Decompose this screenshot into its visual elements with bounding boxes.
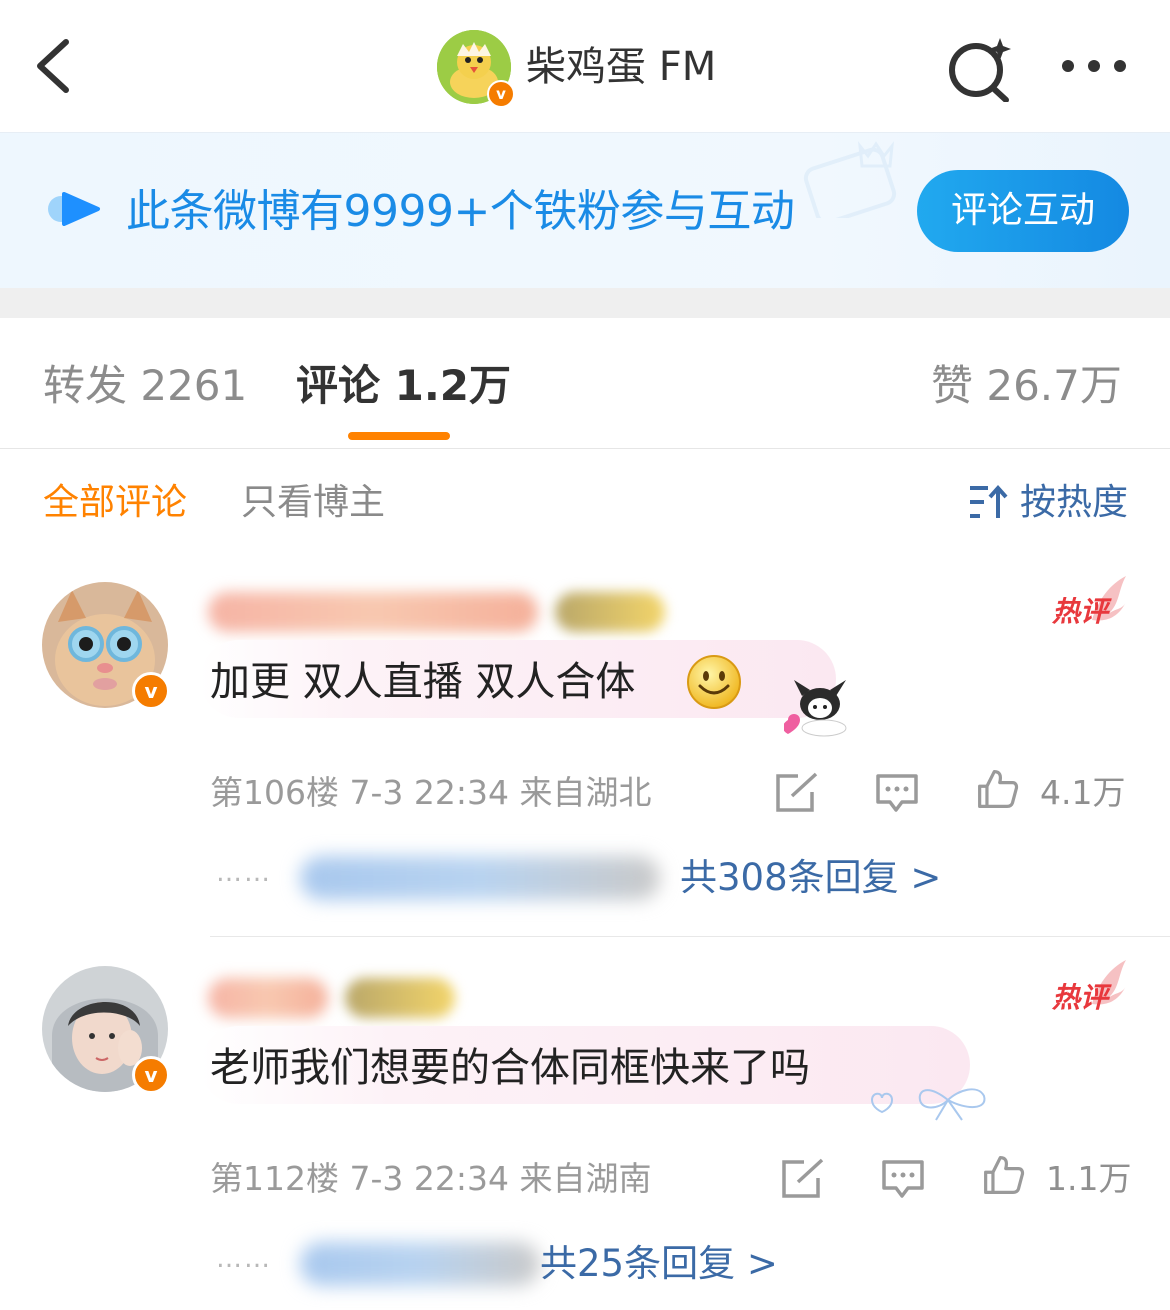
like-count: 1.1万	[1046, 1159, 1132, 1198]
kuromi-sticker-icon	[784, 680, 847, 737]
comment-text: 加更 双人直播 双人合体	[210, 659, 636, 705]
active-tab-indicator	[348, 432, 450, 440]
search-icon[interactable]	[944, 34, 1016, 102]
fan-logo-icon	[48, 192, 100, 226]
verified-badge: v	[132, 672, 170, 710]
blurred-fan-badge	[555, 592, 665, 632]
like-count: 4.1万	[1040, 773, 1126, 812]
tab-comment[interactable]: 评论 1.2万	[296, 358, 511, 414]
comment-text: 老师我们想要的合体同框快来了吗	[210, 1045, 810, 1091]
blurred-username[interactable]	[208, 592, 538, 632]
verified-badge: v	[487, 80, 515, 108]
verified-badge: v	[132, 1056, 170, 1094]
filter-all-comments[interactable]: 全部评论	[43, 478, 187, 528]
sort-by-hot[interactable]: 按热度	[1020, 478, 1128, 528]
blurred-fan-badge	[345, 978, 455, 1018]
comment-icon[interactable]	[874, 772, 920, 814]
decoration-icon	[803, 141, 897, 218]
blurred-reply-preview[interactable]	[300, 1242, 540, 1286]
comment-icon[interactable]	[880, 1158, 926, 1200]
comment-divider	[210, 936, 1170, 937]
tab-repost[interactable]: 转发 2261	[43, 358, 247, 414]
like-thumb-icon[interactable]	[980, 1154, 1026, 1196]
tab-like[interactable]: 赞 26.7万	[931, 358, 1122, 414]
account-name[interactable]: 柴鸡蛋 FM	[526, 40, 716, 94]
reply-dots: ……	[216, 1244, 272, 1274]
bow-decoration-icon	[870, 1088, 986, 1121]
banner-text: 此条微博有9999+个铁粉参与互动	[126, 186, 795, 237]
repost-icon[interactable]	[780, 1158, 826, 1200]
more-icon[interactable]	[1058, 52, 1130, 80]
back-arrow-icon[interactable]	[30, 36, 80, 96]
sort-icon[interactable]	[968, 484, 1008, 520]
like-thumb-icon[interactable]	[974, 768, 1020, 810]
view-replies-link[interactable]: 共308条回复 >	[680, 852, 941, 904]
comment-meta: 第106楼 7-3 22:34 来自湖北	[210, 773, 652, 812]
filter-poster-only[interactable]: 只看博主	[241, 478, 385, 528]
reply-dots: ……	[216, 858, 272, 888]
hot-comment-label: 热评	[1052, 981, 1109, 1014]
repost-icon[interactable]	[774, 772, 820, 814]
comment-interaction-button[interactable]: 评论互动	[917, 170, 1129, 252]
tab-divider	[0, 448, 1170, 449]
smile-emoji-icon	[687, 655, 741, 709]
view-replies-link[interactable]: 共25条回复 >	[540, 1238, 778, 1290]
section-separator	[0, 288, 1170, 318]
comment-meta: 第112楼 7-3 22:34 来自湖南	[210, 1159, 652, 1198]
blurred-reply-preview[interactable]	[300, 856, 660, 900]
hot-comment-label: 热评	[1052, 595, 1109, 628]
blurred-username[interactable]	[208, 978, 328, 1018]
